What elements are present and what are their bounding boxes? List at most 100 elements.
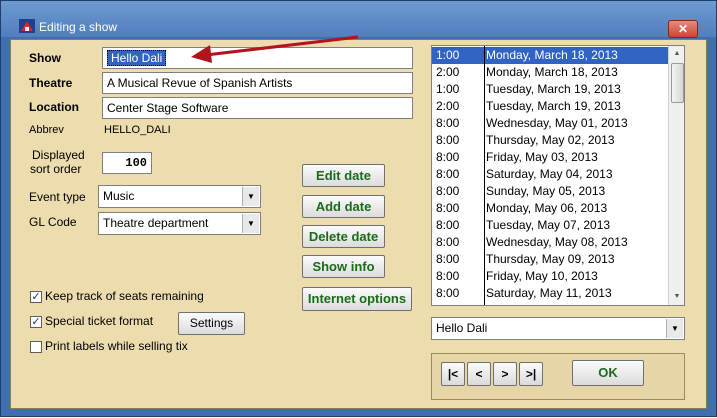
dates-scrollbar[interactable]: ▲ ▼ [668, 46, 684, 305]
show-name-value: Hello Dali [107, 50, 167, 66]
date-time: 8:00 [436, 218, 460, 232]
date-time: 8:00 [436, 116, 460, 130]
date-value: Monday, May 06, 2013 [486, 201, 608, 215]
sort-order-input[interactable]: 100 [102, 152, 152, 174]
scroll-thumb[interactable] [671, 63, 684, 103]
date-row[interactable]: 1:00 Monday, March 18, 2013 [432, 47, 668, 64]
title-bar[interactable]: Editing a show ✕ [1, 1, 716, 38]
sort-order-label-line2: sort order [30, 162, 82, 176]
first-record-button[interactable]: |< [441, 362, 465, 386]
date-time: 1:00 [436, 48, 460, 62]
date-row[interactable]: 2:00 Monday, March 18, 2013 [432, 64, 668, 81]
scroll-down-icon[interactable]: ▼ [669, 289, 684, 305]
date-time: 8:00 [436, 201, 460, 215]
gl-code-value: Theatre department [103, 216, 209, 230]
date-row[interactable]: 8:00 Friday, May 10, 2013 [432, 268, 668, 285]
show-dates-list[interactable]: 8:00 Saturday, May 11, 2013 8:00 Friday, Ma… [431, 45, 685, 306]
date-value: Wednesday, May 01, 2013 [486, 116, 628, 130]
delete-date-button[interactable]: Delete date [302, 225, 385, 248]
event-type-select[interactable]: Music ▼ [98, 185, 261, 208]
date-row[interactable]: 2:00 Tuesday, March 19, 2013 [432, 98, 668, 115]
abbrev-label: Abbrev [29, 124, 64, 136]
date-value: Thursday, May 09, 2013 [486, 252, 615, 266]
location-label: Location [29, 100, 79, 114]
date-row[interactable]: 1:00 Tuesday, March 19, 2013 [432, 81, 668, 98]
add-date-button[interactable]: Add date [302, 195, 385, 218]
date-time: 8:00 [436, 286, 460, 300]
date-row[interactable]: 8:00 Saturday, May 11, 2013 [432, 285, 668, 302]
abbrev-value: HELLO_DALI [104, 124, 171, 136]
theatre-label: Theatre [29, 76, 73, 90]
date-row[interactable]: 8:00 Wednesday, May 08, 2013 [432, 234, 668, 251]
window-title: Editing a show [39, 20, 118, 34]
chevron-down-icon[interactable]: ▼ [666, 319, 683, 338]
sort-order-label-line1: Displayed [32, 148, 85, 162]
event-type-label: Event type [29, 190, 86, 204]
date-value: Tuesday, May 07, 2013 [486, 218, 611, 232]
date-value: Thursday, May 02, 2013 [486, 133, 615, 147]
date-value: Wednesday, May 08, 2013 [486, 235, 628, 249]
print-labels-checkbox[interactable] [30, 341, 42, 353]
event-type-value: Music [103, 189, 135, 203]
show-select[interactable]: Hello Dali ▼ [431, 317, 685, 340]
date-time: 8:00 [436, 133, 460, 147]
previous-record-button[interactable]: < [467, 362, 491, 386]
date-row[interactable]: 8:00 Monday, May 06, 2013 [432, 200, 668, 217]
ok-button[interactable]: OK [572, 360, 644, 386]
date-row[interactable]: 8:00 Thursday, May 02, 2013 [432, 132, 668, 149]
keep-track-checkbox[interactable]: ✓ [30, 291, 42, 303]
editing-show-window: Editing a show ✕ Show Hello Dali Theatre… [0, 0, 717, 417]
theatre-app-icon [19, 19, 35, 33]
show-label: Show [29, 51, 61, 65]
date-value: Tuesday, March 19, 2013 [486, 99, 621, 113]
theatre-input[interactable]: A Musical Revue of Spanish Artists [102, 72, 413, 94]
date-value: Friday, May 03, 2013 [486, 150, 598, 164]
date-value: Monday, March 18, 2013 [486, 65, 618, 79]
dialog-body: Show Hello Dali Theatre A Musical Revue … [10, 39, 707, 409]
navigation-panel: |< < > >| OK [431, 353, 685, 400]
internet-options-button[interactable]: Internet options [302, 287, 412, 311]
date-time: 8:00 [436, 269, 460, 283]
date-value: Saturday, May 04, 2013 [486, 167, 613, 181]
close-icon: ✕ [677, 22, 689, 36]
column-divider [484, 46, 485, 305]
date-value: Saturday, May 11, 2013 [486, 286, 612, 300]
date-row[interactable]: 8:00 Sunday, May 05, 2013 [432, 183, 668, 200]
date-value: Sunday, May 05, 2013 [486, 184, 606, 198]
date-value: Monday, March 18, 2013 [486, 48, 618, 62]
edit-date-button[interactable]: Edit date [302, 164, 385, 187]
chevron-down-icon[interactable]: ▼ [242, 187, 259, 206]
location-input[interactable]: Center Stage Software [102, 97, 413, 119]
date-time: 8:00 [436, 184, 460, 198]
checkmark-icon: ✓ [31, 316, 41, 328]
date-row[interactable]: 8:00 Friday, May 03, 2013 [432, 149, 668, 166]
date-time: 8:00 [436, 167, 460, 181]
gl-code-label: GL Code [29, 215, 77, 229]
settings-button[interactable]: Settings [178, 312, 245, 335]
close-button[interactable]: ✕ [668, 20, 698, 38]
show-select-value: Hello Dali [436, 321, 488, 335]
date-time: 8:00 [436, 252, 460, 266]
date-time: 8:00 [436, 235, 460, 249]
date-time: 1:00 [436, 82, 460, 96]
chevron-down-icon[interactable]: ▼ [242, 214, 259, 233]
scroll-up-icon[interactable]: ▲ [669, 46, 684, 62]
date-time: 8:00 [436, 150, 460, 164]
last-record-button[interactable]: >| [519, 362, 543, 386]
date-time: 2:00 [436, 99, 460, 113]
special-ticket-label: Special ticket format [45, 314, 154, 328]
checkmark-icon: ✓ [31, 291, 41, 303]
date-row[interactable]: 8:00 Thursday, May 09, 2013 [432, 251, 668, 268]
special-ticket-checkbox[interactable]: ✓ [30, 316, 42, 328]
show-info-button[interactable]: Show info [302, 255, 385, 278]
keep-track-label: Keep track of seats remaining [45, 289, 204, 303]
date-value: Tuesday, March 19, 2013 [486, 82, 621, 96]
date-time: 2:00 [436, 65, 460, 79]
date-row[interactable]: 8:00 Saturday, May 04, 2013 [432, 166, 668, 183]
date-row[interactable]: 8:00 Wednesday, May 01, 2013 [432, 115, 668, 132]
gl-code-select[interactable]: Theatre department ▼ [98, 212, 261, 235]
date-value: Friday, May 10, 2013 [486, 269, 598, 283]
show-name-input[interactable]: Hello Dali [102, 47, 413, 69]
next-record-button[interactable]: > [493, 362, 517, 386]
date-row[interactable]: 8:00 Tuesday, May 07, 2013 [432, 217, 668, 234]
